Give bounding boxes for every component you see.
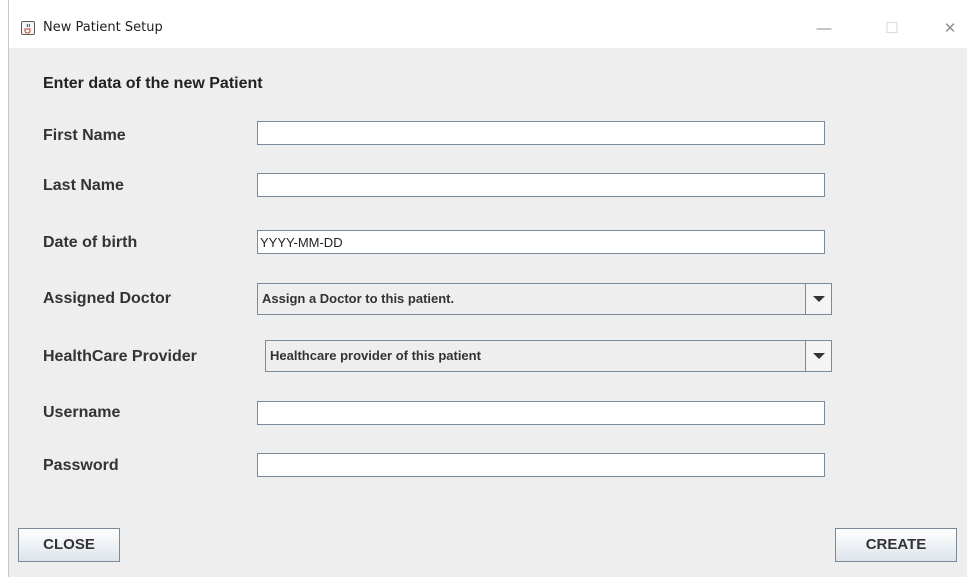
password-label: Password xyxy=(43,457,119,474)
window-title: New Patient Setup xyxy=(43,20,163,35)
assigned-doctor-label: Assigned Doctor xyxy=(43,290,172,307)
assigned-doctor-dropdown-button[interactable] xyxy=(805,284,831,314)
create-button[interactable]: CREATE xyxy=(835,528,957,562)
assigned-doctor-select[interactable]: Assign a Doctor to this patient. xyxy=(257,283,832,315)
chevron-down-icon xyxy=(813,353,825,359)
last-name-label: Last Name xyxy=(43,177,124,194)
form-heading: Enter data of the new Patient xyxy=(43,75,263,92)
username-field[interactable] xyxy=(257,401,825,425)
password-field[interactable] xyxy=(257,453,825,477)
healthcare-provider-dropdown-button[interactable] xyxy=(805,341,831,371)
maximize-button[interactable]: ☐ xyxy=(869,13,915,45)
close-button[interactable]: CLOSE xyxy=(18,528,120,562)
date-of-birth-label: Date of birth xyxy=(43,234,138,251)
chevron-down-icon xyxy=(813,296,825,302)
title-bar: New Patient Setup — ☐ ✕ xyxy=(9,0,967,48)
last-name-field[interactable] xyxy=(257,173,825,197)
healthcare-provider-selected: Healthcare provider of this patient xyxy=(270,348,481,363)
new-patient-window: New Patient Setup — ☐ ✕ Enter data of th… xyxy=(8,0,967,577)
healthcare-provider-label: HealthCare Provider xyxy=(43,348,197,365)
date-of-birth-field[interactable] xyxy=(257,230,825,254)
username-label: Username xyxy=(43,404,121,421)
first-name-label: First Name xyxy=(43,127,126,144)
minimize-button[interactable]: — xyxy=(801,13,847,45)
java-cup-icon xyxy=(21,21,35,35)
first-name-field[interactable] xyxy=(257,121,825,145)
close-window-button[interactable]: ✕ xyxy=(927,13,967,45)
healthcare-provider-select[interactable]: Healthcare provider of this patient xyxy=(265,340,832,372)
assigned-doctor-selected: Assign a Doctor to this patient. xyxy=(262,291,455,306)
